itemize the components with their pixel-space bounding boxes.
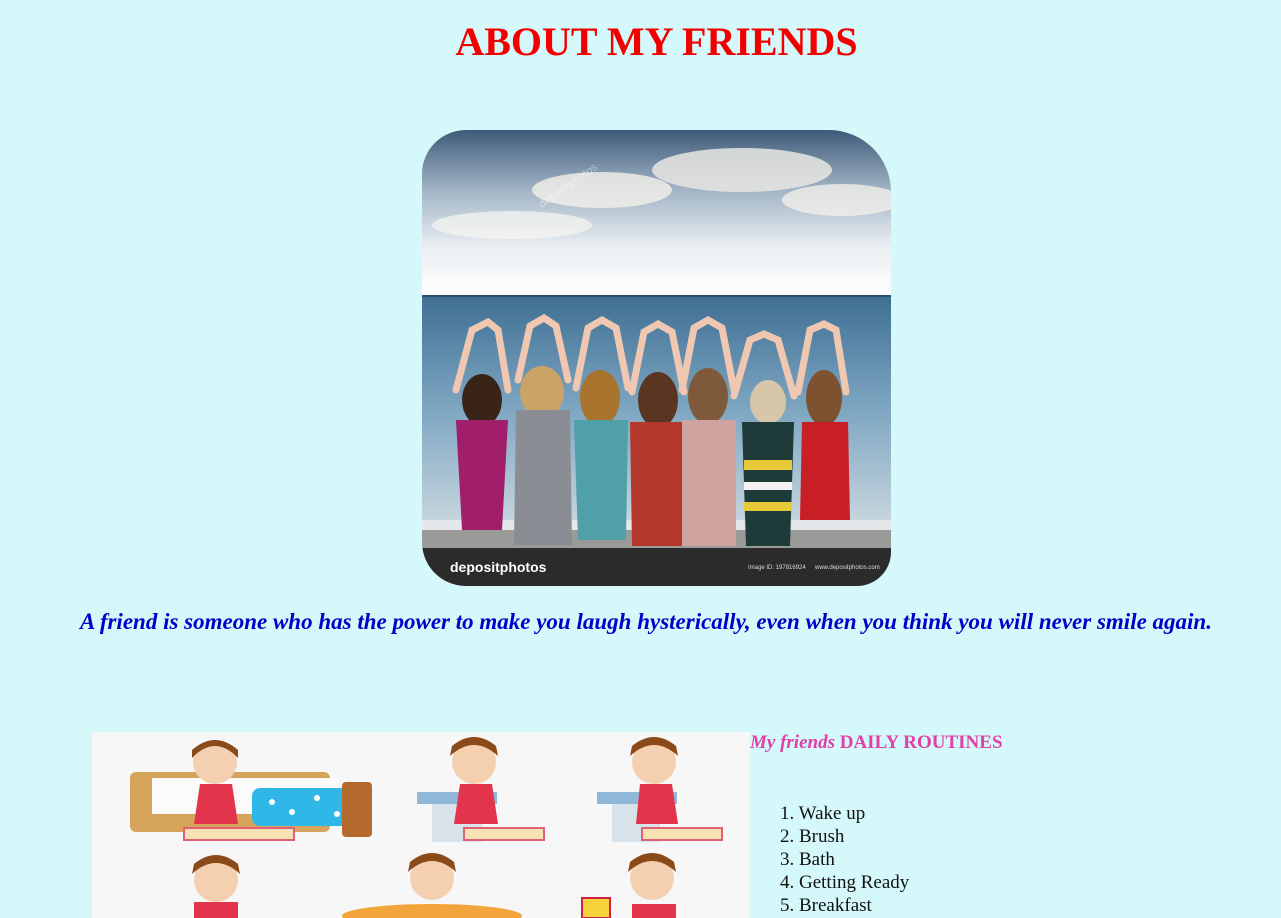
list-item-number: 4. xyxy=(780,872,795,893)
friendship-quote: A friend is someone who has the power to… xyxy=(80,609,1212,634)
routine-heading: My friends DAILY ROUTINES xyxy=(750,731,1003,755)
list-item-label: Getting Ready xyxy=(799,872,910,893)
list-item-number: 5. xyxy=(780,895,795,916)
list-item-label: Breakfast xyxy=(799,895,872,916)
list-item: 3. Bath xyxy=(780,848,909,871)
friends-photo: depositphotos Image ID: 197816924 www.de… xyxy=(422,130,891,586)
list-item: 4. Getting Ready xyxy=(780,871,909,894)
list-item: 1. Wake up xyxy=(780,802,909,825)
list-item: 2. Brush xyxy=(780,825,909,848)
list-item-label: Wake up xyxy=(798,803,866,824)
page-title: ABOUT MY FRIENDS xyxy=(455,19,858,64)
page: ABOUT MY FRIENDS depositphotos Image ID:… xyxy=(0,0,1281,918)
site-label: www.depositphotos.com xyxy=(814,565,880,571)
list-item-number: 2. xyxy=(780,826,795,847)
list-item: 5. Breakfast xyxy=(780,894,909,917)
watermark-brand: depositphotos xyxy=(450,559,547,575)
list-item-label: Bath xyxy=(799,849,835,870)
list-item-label: Brush xyxy=(799,826,845,847)
routine-list: 1. Wake up 2. Brush 3. Bath 4. Getting R… xyxy=(780,802,909,917)
list-item-number: 3. xyxy=(780,849,795,870)
routine-heading-rest: DAILY ROUTINES xyxy=(839,732,1003,753)
daily-routine-illustration xyxy=(92,732,750,918)
list-item-number: 1. xyxy=(780,803,795,824)
routine-heading-italic: My friends xyxy=(750,732,835,753)
image-id-label: Image ID: 197816924 xyxy=(748,565,806,571)
